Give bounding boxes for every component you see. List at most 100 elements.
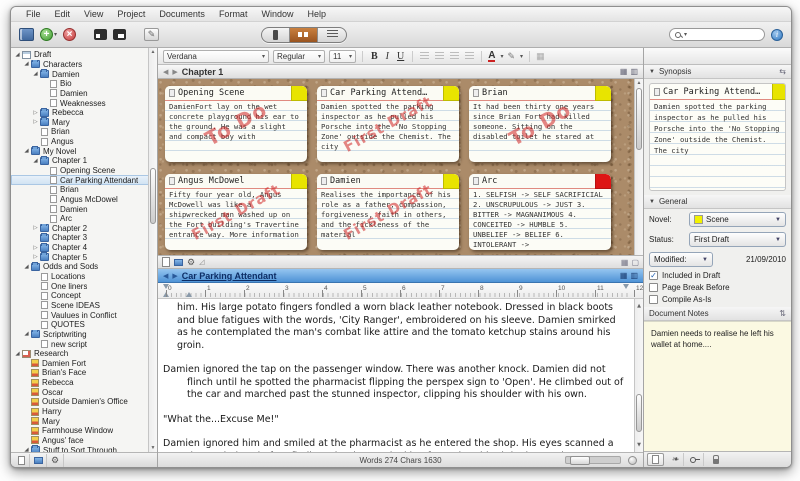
corkboard-options-button[interactable]: ⚙ [187,258,195,267]
font-family-select[interactable]: Verdana▾ [163,50,269,63]
bold-button[interactable]: B [369,51,380,62]
highlight-button[interactable]: ✎ [508,51,516,62]
binder-item-angus[interactable]: Angus [11,137,157,147]
italic-button[interactable]: I [384,51,391,62]
index-card-opening-scene[interactable]: Opening SceneDamienFort lay on the wet c… [165,86,307,162]
font-style-select[interactable]: Regular▾ [273,50,325,63]
paragraph[interactable]: Damien ignored the tap on the passenger … [163,364,627,402]
collapse-arrow-icon[interactable]: ◢ [31,71,40,77]
binder-item-brian[interactable]: Brian [11,185,157,195]
back-arrow-icon[interactable]: ◀ [163,272,168,280]
align-justify-button[interactable] [465,52,474,60]
label-select[interactable]: Scene ▼ [689,212,786,227]
binder-item-scene-ideas[interactable]: Scene IDEAS [11,301,157,311]
layout-toggle-2-button[interactable] [113,29,126,40]
binder-item-opening-scene[interactable]: Opening Scene [11,166,157,176]
scrollbar-thumb[interactable] [636,394,642,432]
delete-item-button[interactable]: × [63,28,76,41]
binder-toggle-icon[interactable] [19,28,34,41]
binder-item-chapter-2[interactable]: ▷Chapter 2 [11,224,157,234]
expand-arrow-icon[interactable]: ▷ [31,225,40,231]
forward-arrow-icon[interactable]: ▶ [172,68,177,76]
paragraph[interactable]: him. His large potato fingers fondled a … [163,302,627,352]
scroll-up-icon[interactable]: ▲ [635,80,643,86]
binder-item-chapter-3[interactable]: Chapter 3 [11,233,157,243]
expand-arrow-icon[interactable]: ▷ [31,110,40,116]
notes-tab-button[interactable] [647,453,664,466]
binder-item-arc[interactable]: Arc [11,214,157,224]
checked-checkbox-icon[interactable]: ✓ [649,271,658,280]
binder-item-characters[interactable]: ◢Characters [11,60,157,70]
table-button[interactable]: ▦ [536,51,545,62]
binder-item-one-liners[interactable]: One liners [11,281,157,291]
expand-arrow-icon[interactable]: ▷ [31,245,40,251]
collapse-arrow-icon[interactable]: ◢ [22,148,31,154]
card-size-button[interactable]: ◿ [199,258,204,267]
unchecked-checkbox-icon[interactable] [649,295,658,304]
general-section-header[interactable]: ▼ General [644,195,791,209]
binder-item-angus-mcdowel[interactable]: Angus McDowel [11,195,157,205]
collapse-arrow-icon[interactable]: ◢ [22,264,31,270]
index-card-arc[interactable]: Arc1. SELFISH -> SELF SACRIFICIAL 2. UNS… [469,174,611,250]
view-mode-outline-button[interactable] [318,28,346,42]
checkbox-row-included-in-draft[interactable]: ✓Included in Draft [644,269,791,281]
binder-item-rebecca[interactable]: ▷Rebecca [11,108,157,118]
binder-item-brian-s-face[interactable]: Brian's Face [11,368,157,378]
binder-item-locations[interactable]: Locations [11,272,157,282]
split-horizontal-icon[interactable]: ▦ [620,271,628,280]
add-menu-arrow-icon[interactable]: ▾ [54,31,57,38]
menu-edit[interactable]: Edit [48,9,78,19]
expand-arrow-icon[interactable]: ▷ [31,254,40,260]
ruler[interactable]: 0123456789101112 [158,283,643,299]
info-button[interactable]: i [771,29,783,41]
menu-project[interactable]: Project [110,9,152,19]
scroll-up-icon[interactable]: ▲ [149,49,157,55]
expand-arrow-icon[interactable]: ▷ [31,119,40,125]
right-indent-marker[interactable] [623,284,629,289]
align-center-button[interactable] [435,52,444,60]
document-notes-text[interactable]: Damien needs to realise he left his wall… [644,321,791,451]
index-card-brian[interactable]: BrianIt had been thirty one years since … [469,86,611,162]
layout-toggle-1-button[interactable] [94,29,107,40]
scroll-down-icon[interactable]: ▼ [635,439,643,452]
binder-item-farmhouse-window[interactable]: Farmhouse Window [11,426,157,436]
new-card-button[interactable] [162,257,170,267]
footer-knob-button[interactable] [628,456,637,465]
collapse-triangle-icon[interactable]: ▼ [649,69,655,75]
references-tab-button[interactable]: ❧ [667,453,684,466]
menu-documents[interactable]: Documents [152,9,212,19]
new-folder-button[interactable] [30,454,47,467]
binder-item-quotes[interactable]: QUOTES [11,320,157,330]
menu-file[interactable]: File [19,9,48,19]
new-folder-button[interactable] [174,259,183,266]
collapse-arrow-icon[interactable]: ◢ [13,351,22,357]
binder-item-weaknesses[interactable]: Weaknesses [11,98,157,108]
text-color-arrow-icon[interactable]: ▾ [500,53,503,60]
collapse-arrow-icon[interactable]: ◢ [13,52,22,58]
compose-mode-button[interactable]: ✎ [144,28,159,41]
align-right-button[interactable] [450,52,459,60]
keywords-tab-button[interactable] [687,453,704,466]
binder-item-vaulues-in-conflict[interactable]: Vaulues in Conflict [11,310,157,320]
zoom-slider[interactable] [565,456,621,464]
synopsis-card[interactable]: Car Parking Attend… Damien spotted the p… [649,83,786,191]
index-card-damien[interactable]: DamienRealises the importance of his rol… [317,174,459,250]
split-vertical-icon[interactable]: ▥ [630,271,638,280]
corkboard-scrollbar[interactable]: ▲ [634,79,643,255]
document-notes-header[interactable]: Document Notes ⇅ [644,307,791,321]
zoom-slider-thumb[interactable] [570,456,590,465]
collapse-arrow-icon[interactable]: ◢ [31,158,40,164]
synopsis-text[interactable]: Damien spotted the parking inspector as … [650,100,785,190]
project-search-box[interactable]: ▾ [669,28,765,41]
index-card-angus-mcdowel[interactable]: Angus McDowelFifty four year old, Angus … [165,174,307,250]
binder-item-rebecca[interactable]: Rebecca [11,378,157,388]
synopsis-section-header[interactable]: ▼ Synopsis ⇆ [644,65,791,79]
lock-inspector-button[interactable] [707,453,724,466]
binder-item-damien-fort[interactable]: Damien Fort [11,359,157,369]
binder-item-concept[interactable]: Concept [11,291,157,301]
paragraph[interactable]: Damien ignored him and smiled at the pha… [163,438,627,452]
back-arrow-icon[interactable]: ◀ [163,68,168,76]
new-document-button[interactable] [13,454,30,467]
unchecked-checkbox-icon[interactable] [649,283,658,292]
binder-item-odds-and-sods[interactable]: ◢Odds and Sods [11,262,157,272]
